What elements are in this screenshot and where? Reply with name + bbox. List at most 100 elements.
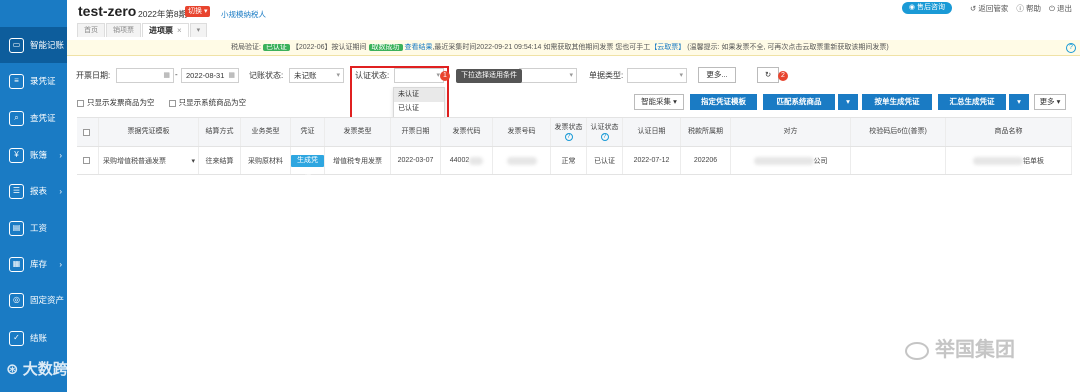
redacted-text	[753, 156, 814, 165]
page-tabs: 首页 销项票 进项票 × ▾	[77, 23, 208, 37]
more-filters-button[interactable]: 更多...	[698, 67, 736, 83]
chevron-right-icon: ›	[59, 259, 62, 269]
sidebar-item-1[interactable]: ≡ 录凭证	[0, 63, 67, 99]
step-2-marker: 2	[778, 71, 788, 81]
column-header-14: 商品名称	[946, 118, 1072, 146]
column-header-label: 发票状态	[554, 124, 583, 131]
sidebar-item-6[interactable]: ▦ 库存 ›	[0, 246, 67, 282]
checkbox-icon	[82, 157, 90, 164]
chevron-down-icon: ▾	[191, 157, 195, 165]
sidebar-item-label: 智能记账	[30, 40, 65, 50]
generate-voucher-button[interactable]: 生成凭证	[291, 154, 324, 176]
column-header-0: 票据凭证模板	[99, 118, 199, 146]
refresh-button[interactable]: ↻	[757, 67, 779, 83]
select-all-checkbox[interactable]	[77, 118, 99, 146]
cloud-fetch-link[interactable]: 【云取票】	[650, 44, 685, 51]
date-start-input[interactable]: ▦	[116, 68, 174, 83]
help-icon[interactable]: ?	[564, 133, 573, 141]
sidebar-item-0[interactable]: ▭ 智能记账	[0, 27, 67, 63]
sidebar-item-3[interactable]: ¥ 账簿 ›	[0, 137, 67, 173]
sidebar-item-8[interactable]: ✓ 结账	[0, 320, 67, 356]
column-header-label: 开票日期	[401, 128, 430, 135]
app-name: test-zero	[78, 3, 137, 19]
record-status-select[interactable]: 未记账 ▾	[289, 68, 344, 83]
extra-condition-select[interactable]: ▾	[519, 68, 577, 83]
cell-invoice-type: 增值税专用发票	[325, 147, 391, 174]
summary-generate-dropdown-button[interactable]: ▾	[1009, 94, 1029, 110]
refresh-icon: ↻	[764, 70, 772, 79]
column-header-label: 发票类型	[343, 128, 372, 135]
return-icon: ↺	[969, 3, 977, 13]
salary-icon: ▤	[9, 220, 24, 236]
cell-voucher-btn[interactable]: 生成凭证	[291, 147, 325, 176]
help-button[interactable]: ⓘ 帮助	[1016, 3, 1041, 14]
column-header-label: 凭证	[300, 128, 315, 135]
logout-icon: ⏻	[1048, 3, 1055, 13]
switch-period-button[interactable]: 切换 ▾	[185, 6, 211, 17]
cell-template[interactable]: 采购增值税普通发票 ▾	[99, 147, 199, 174]
brand-logo-icon: ⊛	[6, 361, 23, 378]
date-label: 开票日期:	[76, 71, 111, 80]
summary-generate-button[interactable]: 汇总生成凭证	[938, 94, 1006, 110]
column-header-2: 业务类型	[241, 118, 291, 146]
column-header-9: 认证状态?	[587, 118, 623, 146]
more-actions-button[interactable]: 更多 ▾	[1034, 94, 1066, 110]
match-goods-dropdown-button[interactable]: ▾	[838, 94, 858, 110]
step-1-marker: 1	[440, 71, 450, 81]
help-icon[interactable]: ?	[600, 133, 609, 141]
doc-type-label: 单据类型:	[589, 71, 624, 80]
cell-text: 2022-07-12	[633, 157, 670, 164]
chevron-right-icon: ›	[59, 150, 62, 160]
watermark-left: ⊛ 大数跨境	[6, 361, 83, 378]
cell-invoice-date: 2022-03-07	[391, 147, 441, 174]
sidebar-item-7[interactable]: ◎ 固定资产	[0, 282, 67, 318]
sidebar: ▭ 智能记账 ≡ 录凭证 ⌕ 查凭证 ¥ 账簿 › ☰ 报表 › ▤ 工资 ▦ 库存 › ◎ 固定资产 ✓ 结账	[0, 0, 67, 392]
sidebar-item-4[interactable]: ☰ 报表 ›	[0, 173, 67, 209]
column-header-label: 税款所属期	[688, 128, 723, 135]
table-row[interactable]: 采购增值税普通发票 ▾ 往来结算 采购原材料 生成凭证 增值税专用发票 2022-03-0…	[77, 147, 1072, 176]
record-status-label: 记账状态:	[249, 71, 284, 80]
dropdown-option-1[interactable]: 已认证	[394, 102, 444, 116]
tab-1[interactable]: 销项票	[106, 23, 141, 37]
specify-template-button[interactable]: 指定凭证模板	[690, 94, 757, 110]
row-checkbox[interactable]	[77, 147, 99, 174]
match-goods-button[interactable]: 匹配系统商品	[763, 94, 835, 110]
period-label: 2022年第8期	[138, 9, 188, 19]
sidebar-item-label: 报表	[30, 186, 48, 196]
cell-text: 往来结算	[205, 157, 234, 165]
monitor-icon: ▭	[9, 37, 24, 53]
report-icon: ☰	[9, 183, 24, 199]
empty-system-goods-checkbox[interactable]: 只显示系统商品为空	[168, 98, 246, 107]
return-button[interactable]: ↺ 返回管家	[970, 3, 1008, 14]
tab-0[interactable]: 首页	[77, 23, 105, 37]
smart-collect-button[interactable]: 智能采集 ▾	[634, 94, 684, 110]
taxpayer-type-link[interactable]: 小规模纳税人	[221, 9, 266, 20]
sidebar-item-2[interactable]: ⌕ 查凭证	[0, 100, 67, 136]
cell-empty	[946, 147, 1072, 174]
doc-type-select[interactable]: ▾	[627, 68, 687, 83]
sidebar-item-label: 固定资产	[30, 295, 65, 305]
close-icon[interactable]: ×	[177, 26, 182, 35]
view-result-link[interactable]: 查看结果	[404, 44, 432, 51]
cell-counterparty: 公司	[731, 147, 851, 174]
after-sales-button[interactable]: ◉ 售后咨询	[901, 2, 952, 14]
tabs-menu-button[interactable]: ▾	[189, 23, 208, 37]
cell-text: 公司	[813, 157, 828, 165]
checkbox-icon	[168, 99, 176, 107]
column-header-label: 认证日期	[637, 128, 666, 135]
sidebar-item-label: 账簿	[30, 150, 48, 160]
cell-business-type: 采购原材料	[241, 147, 291, 174]
sidebar-item-5[interactable]: ▤ 工资	[0, 210, 67, 246]
notice-help-icon[interactable]: ?	[1066, 43, 1076, 53]
generate-single-button[interactable]: 按单生成凭证	[862, 94, 932, 110]
empty-invoice-goods-checkbox[interactable]: 只显示发票商品为空	[77, 98, 155, 107]
dropdown-option-0[interactable]: 未认证	[394, 88, 444, 102]
cell-settlement: 往来结算	[199, 147, 241, 174]
checkbox-row: 只显示发票商品为空 只显示系统商品为空	[77, 97, 246, 108]
tab-2[interactable]: 进项票 ×	[142, 23, 189, 37]
column-header-label: 商品名称	[994, 128, 1023, 135]
notice-prefix: 税局验证:	[231, 44, 261, 51]
chevron-down-icon: ▾	[569, 72, 573, 79]
logout-button[interactable]: ⏻ 退出	[1049, 3, 1072, 14]
date-end-input[interactable]: 2022-08-31 ▦	[181, 68, 239, 83]
